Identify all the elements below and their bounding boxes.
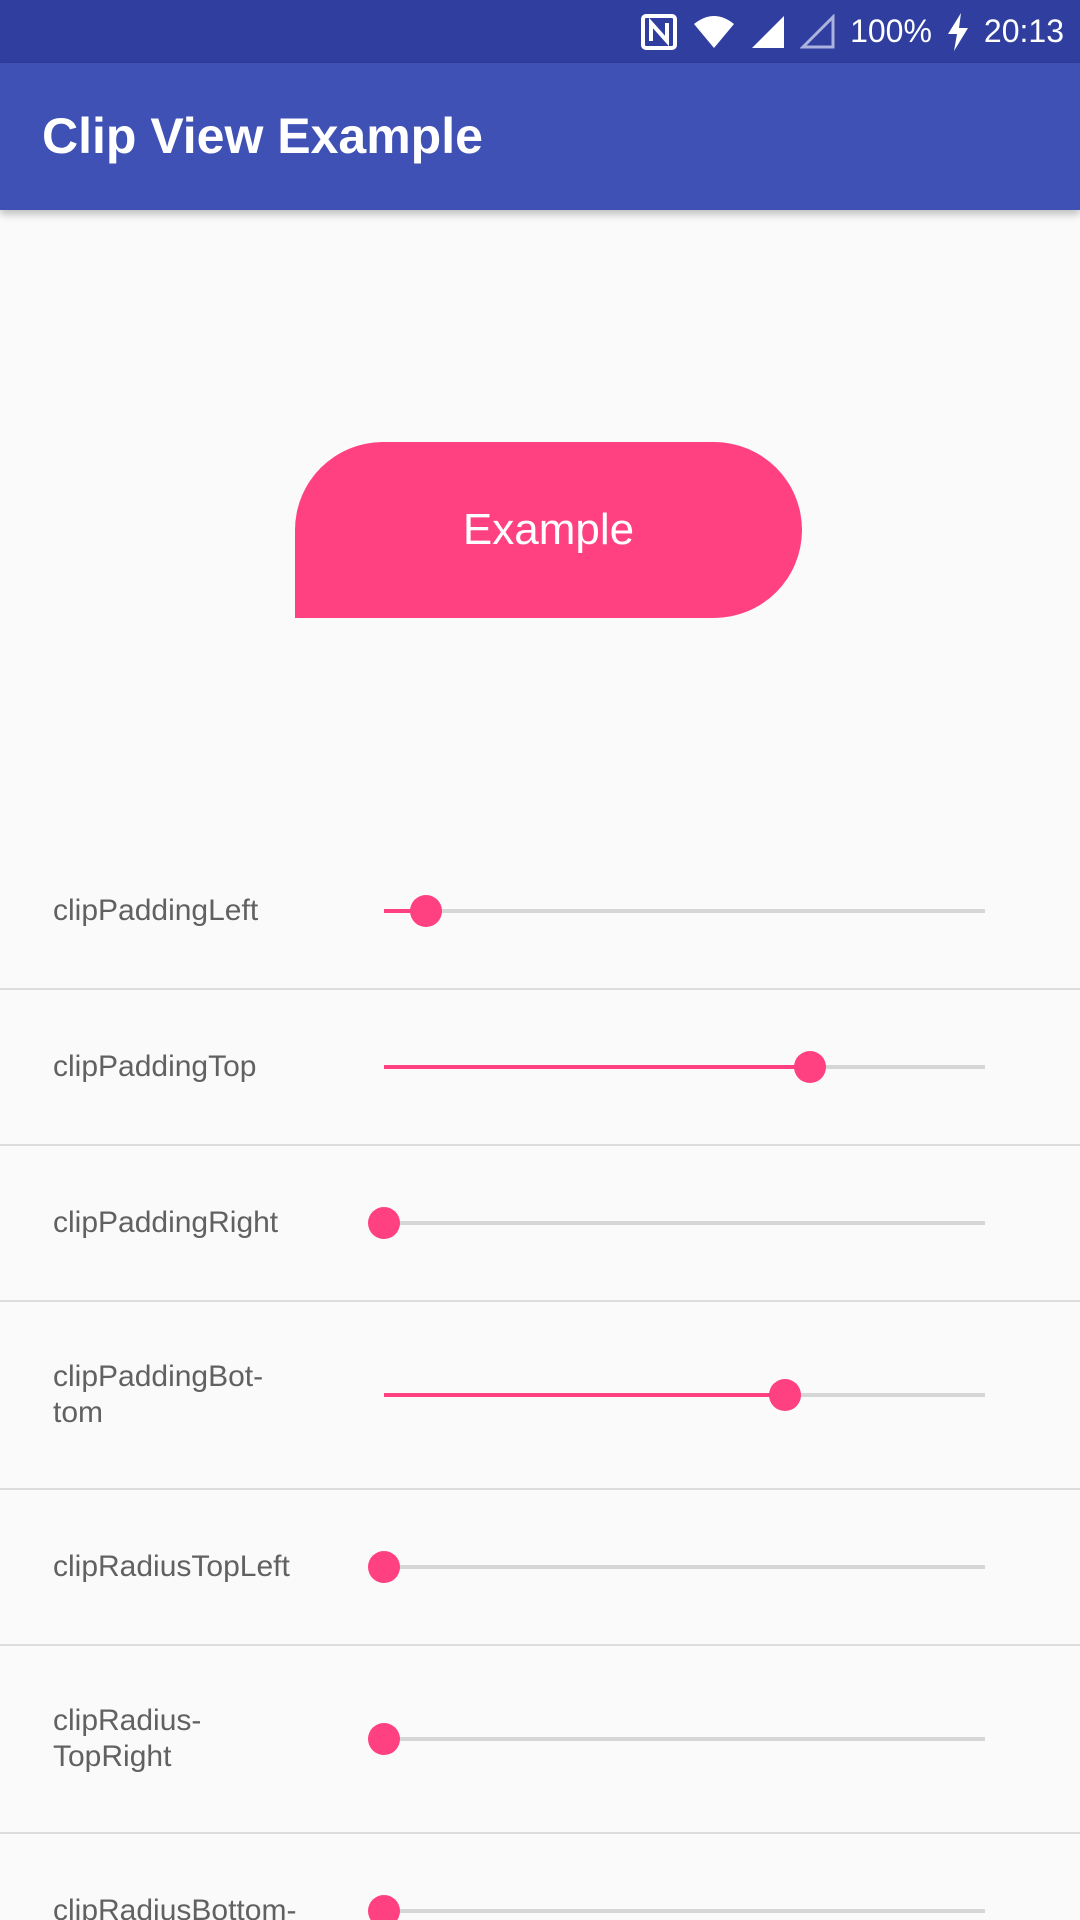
seek-bar-thumb[interactable] <box>368 1551 400 1583</box>
signal-icon <box>750 14 786 50</box>
control-label: clipRadiusTopLeft <box>53 1550 290 1583</box>
seek-bar-thumb[interactable] <box>368 1207 400 1239</box>
seek-bar[interactable] <box>368 1207 985 1239</box>
control-label: clipPaddingBot- tom <box>53 1360 264 1429</box>
seek-bar-thumb[interactable] <box>769 1379 802 1411</box>
control-label: clipPaddingRight <box>53 1206 279 1239</box>
seek-bar-progress <box>384 1065 810 1069</box>
control-row: clipPaddingLeft <box>0 834 1080 990</box>
control-row: clipPaddingBot- tom <box>0 1302 1080 1490</box>
seek-bar-track <box>384 1221 985 1225</box>
wifi-icon <box>692 14 736 50</box>
signal-empty-icon <box>800 13 836 50</box>
seek-bar[interactable] <box>384 1379 985 1411</box>
seek-bar-track <box>384 909 985 913</box>
nfc-icon <box>640 13 678 51</box>
seek-bar[interactable] <box>368 1723 985 1755</box>
control-label: clipRadiusBottom- <box>53 1894 297 1920</box>
seek-bar[interactable] <box>384 895 985 927</box>
seek-bar-track <box>384 1565 985 1569</box>
seek-bar-progress <box>384 1393 786 1397</box>
control-label: clipRadius- TopRight <box>53 1704 202 1773</box>
status-icons: 100% 20:13 <box>640 0 1064 63</box>
seek-bar[interactable] <box>368 1551 985 1583</box>
example-clip-view: Example <box>295 442 802 618</box>
control-row: clipPaddingTop <box>0 990 1080 1146</box>
control-row: clipRadius- TopRight <box>0 1646 1080 1834</box>
seek-bar-thumb[interactable] <box>793 1051 826 1083</box>
battery-percent: 100% <box>850 13 932 49</box>
clock: 20:13 <box>983 13 1064 49</box>
seek-bar-thumb[interactable] <box>368 1723 400 1755</box>
seek-bar-thumb[interactable] <box>368 1895 400 1920</box>
example-label: Example <box>462 505 635 554</box>
seek-bar[interactable] <box>368 1895 985 1920</box>
control-label: clipPaddingTop <box>53 1050 257 1083</box>
app-title: Clip View Example <box>42 108 483 164</box>
seek-bar-track <box>384 1909 985 1913</box>
seek-bar[interactable] <box>384 1051 985 1083</box>
app-bar: Clip View Example <box>0 63 1080 210</box>
control-row: clipRadiusBottom- <box>0 1834 1080 1920</box>
control-label: clipPaddingLeft <box>53 894 259 927</box>
seek-bar-thumb[interactable] <box>410 895 443 927</box>
status-bar: 100% 20:13 <box>0 0 1080 63</box>
control-list: clipPaddingLeft clipPaddingTop clipPadding… <box>0 834 1080 1920</box>
content-area: Example clipPaddingLeft clipPaddingTop cli… <box>0 210 1080 1920</box>
control-row: clipRadiusTopLeft <box>0 1490 1080 1646</box>
seek-bar-track <box>384 1737 985 1741</box>
charging-bolt-icon <box>946 12 970 51</box>
control-row: clipPaddingRight <box>0 1146 1080 1302</box>
